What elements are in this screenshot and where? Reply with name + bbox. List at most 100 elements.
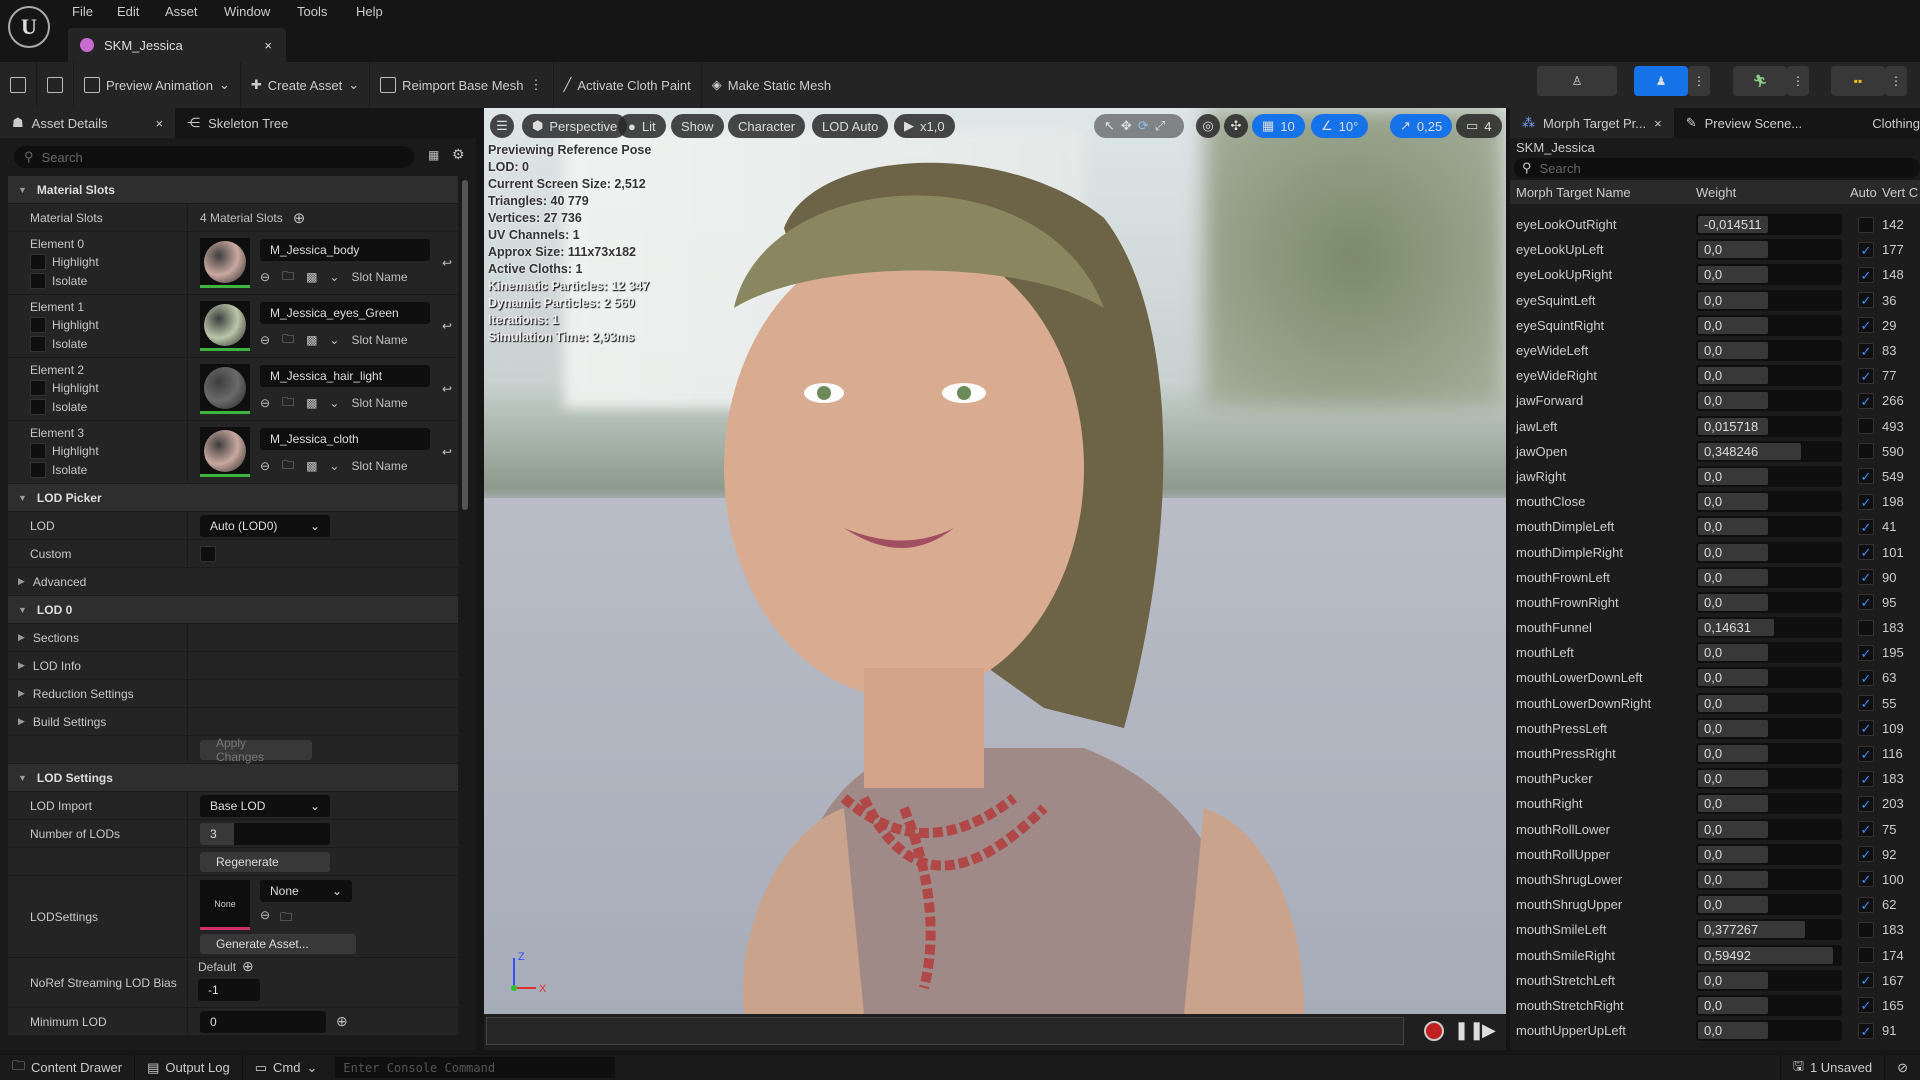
- chevron-down-icon[interactable]: ⌄: [329, 270, 339, 284]
- highlight-checkbox[interactable]: [30, 443, 46, 459]
- reset-arrow-icon[interactable]: ↩: [442, 445, 452, 459]
- animation-mode-button[interactable]: 🏃︎: [1733, 66, 1787, 96]
- chevron-down-icon[interactable]: ⌄: [329, 459, 339, 473]
- weight-slider[interactable]: 0,0: [1696, 390, 1842, 412]
- blueprint-mode-button[interactable]: ▪▪: [1831, 66, 1885, 96]
- cmd-dropdown[interactable]: ▭ Cmd ⌄: [243, 1055, 330, 1080]
- weight-slider[interactable]: 0,0: [1696, 667, 1842, 689]
- weight-slider[interactable]: 0,0: [1696, 793, 1842, 815]
- weight-slider[interactable]: 0,0: [1696, 969, 1842, 991]
- auto-checkbox[interactable]: [1858, 241, 1874, 258]
- category-lod-settings[interactable]: ▼ LOD Settings: [8, 764, 458, 792]
- highlight-checkbox[interactable]: [30, 317, 46, 333]
- weight-slider[interactable]: 0,0: [1696, 264, 1842, 286]
- auto-checkbox[interactable]: [1858, 317, 1874, 334]
- auto-checkbox[interactable]: [1858, 745, 1874, 762]
- tab-skeleton-tree[interactable]: ⋲ Skeleton Tree: [175, 108, 300, 138]
- auto-checkbox[interactable]: [1858, 997, 1874, 1014]
- menu-edit[interactable]: Edit: [117, 4, 139, 19]
- chevron-down-icon[interactable]: ⌄: [329, 333, 339, 347]
- show-button[interactable]: Show: [671, 114, 724, 138]
- material-thumbnail[interactable]: [200, 301, 250, 351]
- auto-checkbox[interactable]: [1858, 972, 1874, 989]
- weight-slider[interactable]: 0,0: [1696, 818, 1842, 840]
- auto-checkbox[interactable]: [1858, 619, 1874, 636]
- weight-slider[interactable]: 0,0: [1696, 717, 1842, 739]
- use-selected-icon[interactable]: ⊖: [260, 333, 270, 347]
- auto-checkbox[interactable]: [1858, 342, 1874, 359]
- isolate-checkbox[interactable]: [30, 399, 46, 415]
- weight-slider[interactable]: 0,0: [1696, 465, 1842, 487]
- lod-import-dropdown[interactable]: Base LOD ⌄: [200, 794, 330, 817]
- auto-checkbox[interactable]: [1858, 921, 1874, 938]
- browse-button[interactable]: [37, 62, 74, 108]
- column-header-name[interactable]: Morph Target Name: [1510, 185, 1696, 200]
- weight-slider[interactable]: 0,0: [1696, 692, 1842, 714]
- weight-slider[interactable]: 0,0: [1696, 894, 1842, 916]
- lod-dropdown[interactable]: Auto (LOD0) ⌄: [200, 514, 330, 537]
- reset-arrow-icon[interactable]: ↩: [442, 382, 452, 396]
- unreal-logo[interactable]: U: [8, 6, 50, 48]
- material-thumbnail[interactable]: [200, 427, 250, 477]
- use-selected-icon[interactable]: ⊖: [260, 459, 270, 473]
- perspective-button[interactable]: ⬢ Perspective: [522, 114, 628, 138]
- chevron-down-icon[interactable]: ⌄: [329, 396, 339, 410]
- menu-window[interactable]: Window: [224, 4, 270, 19]
- auto-checkbox[interactable]: [1858, 216, 1874, 233]
- document-tab[interactable]: SKM_Jessica ×: [68, 28, 286, 62]
- material-thumbnail[interactable]: [200, 238, 250, 288]
- weight-slider[interactable]: 0,348246: [1696, 440, 1842, 462]
- step-forward-button[interactable]: ▶: [1482, 1020, 1496, 1041]
- lod-settings-thumbnail[interactable]: None: [200, 880, 250, 930]
- more-options-icon[interactable]: ⋮: [530, 77, 543, 93]
- auto-checkbox[interactable]: [1858, 266, 1874, 283]
- number-of-lods-input[interactable]: 3: [200, 822, 330, 845]
- auto-checkbox[interactable]: [1858, 896, 1874, 913]
- isolate-checkbox[interactable]: [30, 462, 46, 478]
- generate-asset-button[interactable]: Generate Asset...: [200, 934, 356, 954]
- material-picker[interactable]: M_Jessica_eyes_Green: [260, 301, 430, 324]
- weight-slider[interactable]: -0,014511: [1696, 214, 1842, 236]
- close-tab-button[interactable]: ×: [264, 38, 272, 53]
- scale-icon[interactable]: ⤢: [1155, 118, 1165, 134]
- auto-checkbox[interactable]: [1858, 846, 1874, 863]
- unsaved-button[interactable]: 🖫 1 Unsaved: [1779, 1055, 1886, 1080]
- auto-checkbox[interactable]: [1858, 367, 1874, 384]
- weight-slider[interactable]: 0,0: [1696, 541, 1842, 563]
- source-control-button[interactable]: ⊘: [1885, 1055, 1920, 1080]
- add-override-icon[interactable]: ⊕: [242, 958, 254, 975]
- details-search-input[interactable]: ⚲ Search: [14, 146, 414, 168]
- advanced-expander[interactable]: ▶ Advanced: [8, 568, 86, 595]
- auto-checkbox[interactable]: [1858, 947, 1874, 964]
- auto-checkbox[interactable]: [1858, 669, 1874, 686]
- rotate-icon[interactable]: ⟳: [1138, 118, 1149, 134]
- auto-checkbox[interactable]: [1858, 443, 1874, 460]
- tab-asset-details[interactable]: ☗ Asset Details ×: [0, 108, 176, 138]
- weight-slider[interactable]: 0,0: [1696, 491, 1842, 513]
- weight-slider[interactable]: 0,0: [1696, 566, 1842, 588]
- animation-mode-options[interactable]: ⋮: [1787, 66, 1809, 96]
- category-lod-picker[interactable]: ▼ LOD Picker: [8, 484, 458, 512]
- weight-slider[interactable]: 0,015718: [1696, 415, 1842, 437]
- apply-changes-button[interactable]: Apply Changes: [200, 736, 312, 764]
- weight-slider[interactable]: 0,0: [1696, 743, 1842, 765]
- material-thumbnail[interactable]: [200, 364, 250, 414]
- material-picker[interactable]: M_Jessica_body: [260, 238, 430, 261]
- menu-help[interactable]: Help: [356, 4, 383, 19]
- menu-tools[interactable]: Tools: [297, 4, 327, 19]
- checker-icon[interactable]: ▩: [306, 333, 317, 347]
- camera-speed-button[interactable]: ▭ 4: [1456, 114, 1502, 138]
- auto-checkbox[interactable]: [1858, 695, 1874, 712]
- close-icon[interactable]: ×: [156, 116, 164, 131]
- skeleton-mode-button[interactable]: ♙: [1537, 66, 1617, 96]
- minimum-lod-input[interactable]: 0: [200, 1010, 326, 1033]
- weight-slider[interactable]: 0,0: [1696, 994, 1842, 1016]
- transform-tools[interactable]: ↖ ✥ ⟳ ⤢: [1094, 114, 1184, 138]
- auto-checkbox[interactable]: [1858, 871, 1874, 888]
- noref-bias-input[interactable]: -1: [198, 979, 260, 1001]
- table-view-icon[interactable]: ▦: [428, 148, 439, 162]
- make-static-mesh-button[interactable]: ◈ Make Static Mesh: [702, 62, 841, 108]
- auto-checkbox[interactable]: [1858, 795, 1874, 812]
- weight-slider[interactable]: 0,0: [1696, 591, 1842, 613]
- weight-slider[interactable]: 0,0: [1696, 516, 1842, 538]
